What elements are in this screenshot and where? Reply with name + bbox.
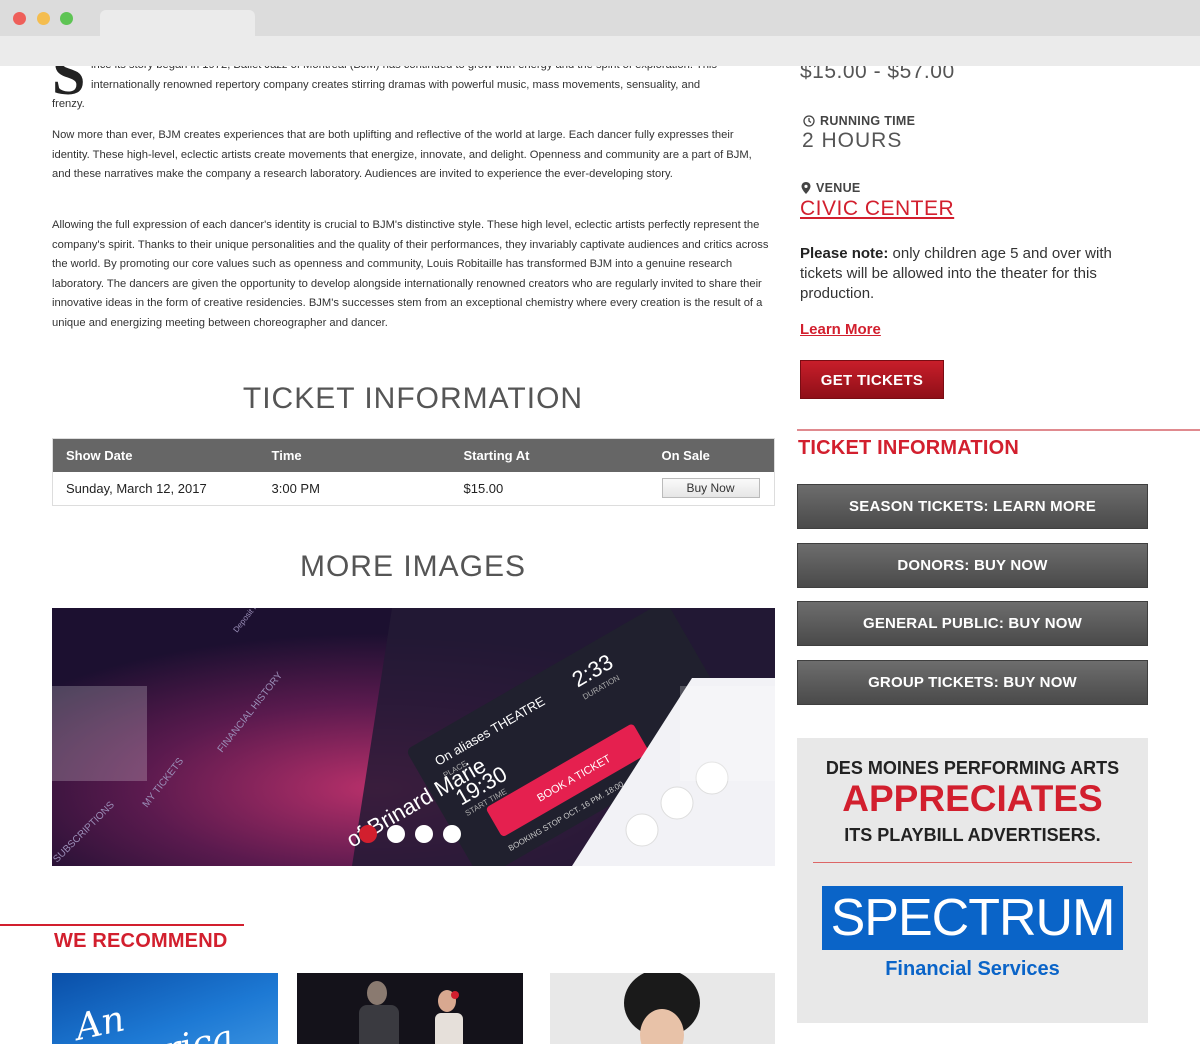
browser-tab[interactable]: [100, 10, 255, 36]
group-tickets-buy-button[interactable]: GROUP TICKETS: BUY NOW: [797, 660, 1148, 705]
header-starting-at: Starting At: [450, 438, 649, 472]
sidebar-divider: [797, 429, 1200, 431]
running-time-label-text: RUNNING TIME: [820, 114, 916, 128]
carousel-prev-button[interactable]: [52, 686, 147, 781]
table-row: Sunday, March 12, 2017 3:00 PM $15.00 Bu…: [53, 472, 775, 506]
carousel-dots: [359, 825, 461, 843]
recommend-card-3[interactable]: [550, 973, 775, 1044]
image-carousel[interactable]: BOOK A TICKET On aliases THEATRE PLACE 2…: [52, 608, 775, 866]
season-tickets-button[interactable]: SEASON TICKETS: LEARN MORE: [797, 484, 1148, 529]
header-on-sale: On Sale: [648, 438, 775, 472]
description-paragraph-1-end: frenzy.: [52, 98, 85, 110]
ad-subtitle: Financial Services: [885, 958, 1060, 980]
price-range: $15.00 - $57.00: [800, 66, 955, 83]
recommend-divider: [0, 924, 244, 926]
carousel-next-button[interactable]: [680, 686, 775, 781]
note-bold: Please note:: [800, 245, 889, 262]
page-content: S ince its story began in 1972, Ballet J…: [0, 66, 1200, 1044]
description-paragraph-2: Now more than ever, BJM creates experien…: [52, 129, 752, 180]
get-tickets-button[interactable]: GET TICKETS: [800, 360, 944, 399]
carousel-dot-3[interactable]: [415, 825, 433, 843]
donors-buy-button[interactable]: DONORS: BUY NOW: [797, 543, 1148, 588]
running-time-label: RUNNING TIME: [803, 114, 915, 128]
we-recommend-heading: WE RECOMMEND: [54, 930, 228, 952]
price-cell: $15.00: [463, 480, 504, 496]
description-paragraph-1: ince its story began in 1972, Ballet Jaz…: [91, 66, 717, 91]
table-header-row: Show Date Time Starting At On Sale: [52, 438, 775, 472]
carousel-dot-2[interactable]: [387, 825, 405, 843]
carousel-dot-4[interactable]: [443, 825, 461, 843]
venue-label: VENUE: [801, 181, 861, 195]
minimize-window-icon[interactable]: [37, 12, 50, 25]
header-time: Time: [258, 438, 451, 472]
browser-toolbar: [0, 36, 1200, 66]
close-window-icon[interactable]: [13, 12, 26, 25]
venue-link[interactable]: CIVIC CENTER: [800, 197, 954, 221]
more-images-heading: MORE IMAGES: [299, 550, 527, 583]
recommend-card-1[interactable]: An America: [52, 973, 278, 1044]
recommend-card-2[interactable]: [297, 973, 523, 1044]
sidebar-ticket-information-heading: TICKET INFORMATION: [798, 437, 1019, 459]
ad-line-2: APPRECIATES: [842, 778, 1103, 819]
ad-divider: [813, 862, 1132, 863]
ticket-information-heading: TICKET INFORMATION: [242, 382, 584, 415]
carousel-dot-1[interactable]: [359, 825, 377, 843]
time-cell: 3:00 PM: [271, 480, 320, 496]
spectrum-logo: SPECTRUM: [822, 886, 1123, 950]
running-time-value: 2 HOURS: [802, 129, 903, 152]
show-date-cell: Sunday, March 12, 2017: [66, 480, 207, 496]
advertisement-banner[interactable]: DES MOINES PERFORMING ARTS APPRECIATES I…: [797, 738, 1148, 1023]
header-show-date: Show Date: [52, 438, 259, 472]
venue-label-text: VENUE: [816, 181, 861, 195]
dancers-image: [359, 981, 463, 1044]
map-pin-icon: [801, 182, 811, 194]
ad-line-3: ITS PLAYBILL ADVERTISERS.: [844, 825, 1101, 845]
description-paragraph-3: Allowing the full expression of each dan…: [52, 219, 769, 329]
performer-portrait-image: [624, 973, 700, 1044]
age-note: Please note: only children age 5 and ove…: [800, 244, 1145, 304]
maximize-window-icon[interactable]: [60, 12, 73, 25]
ad-line-1: DES MOINES PERFORMING ARTS: [825, 758, 1120, 778]
buy-now-button[interactable]: Buy Now: [661, 478, 760, 499]
recommend-card-1-title: An America: [71, 998, 238, 1044]
ticket-table: Show Date Time Starting At On Sale Sunda…: [52, 438, 775, 506]
on-sale-cell: Buy Now: [649, 472, 775, 506]
clock-icon: [803, 115, 815, 127]
general-public-buy-button[interactable]: GENERAL PUBLIC: BUY NOW: [797, 601, 1148, 646]
learn-more-link[interactable]: Learn More: [800, 321, 881, 338]
browser-chrome: [0, 0, 1200, 66]
